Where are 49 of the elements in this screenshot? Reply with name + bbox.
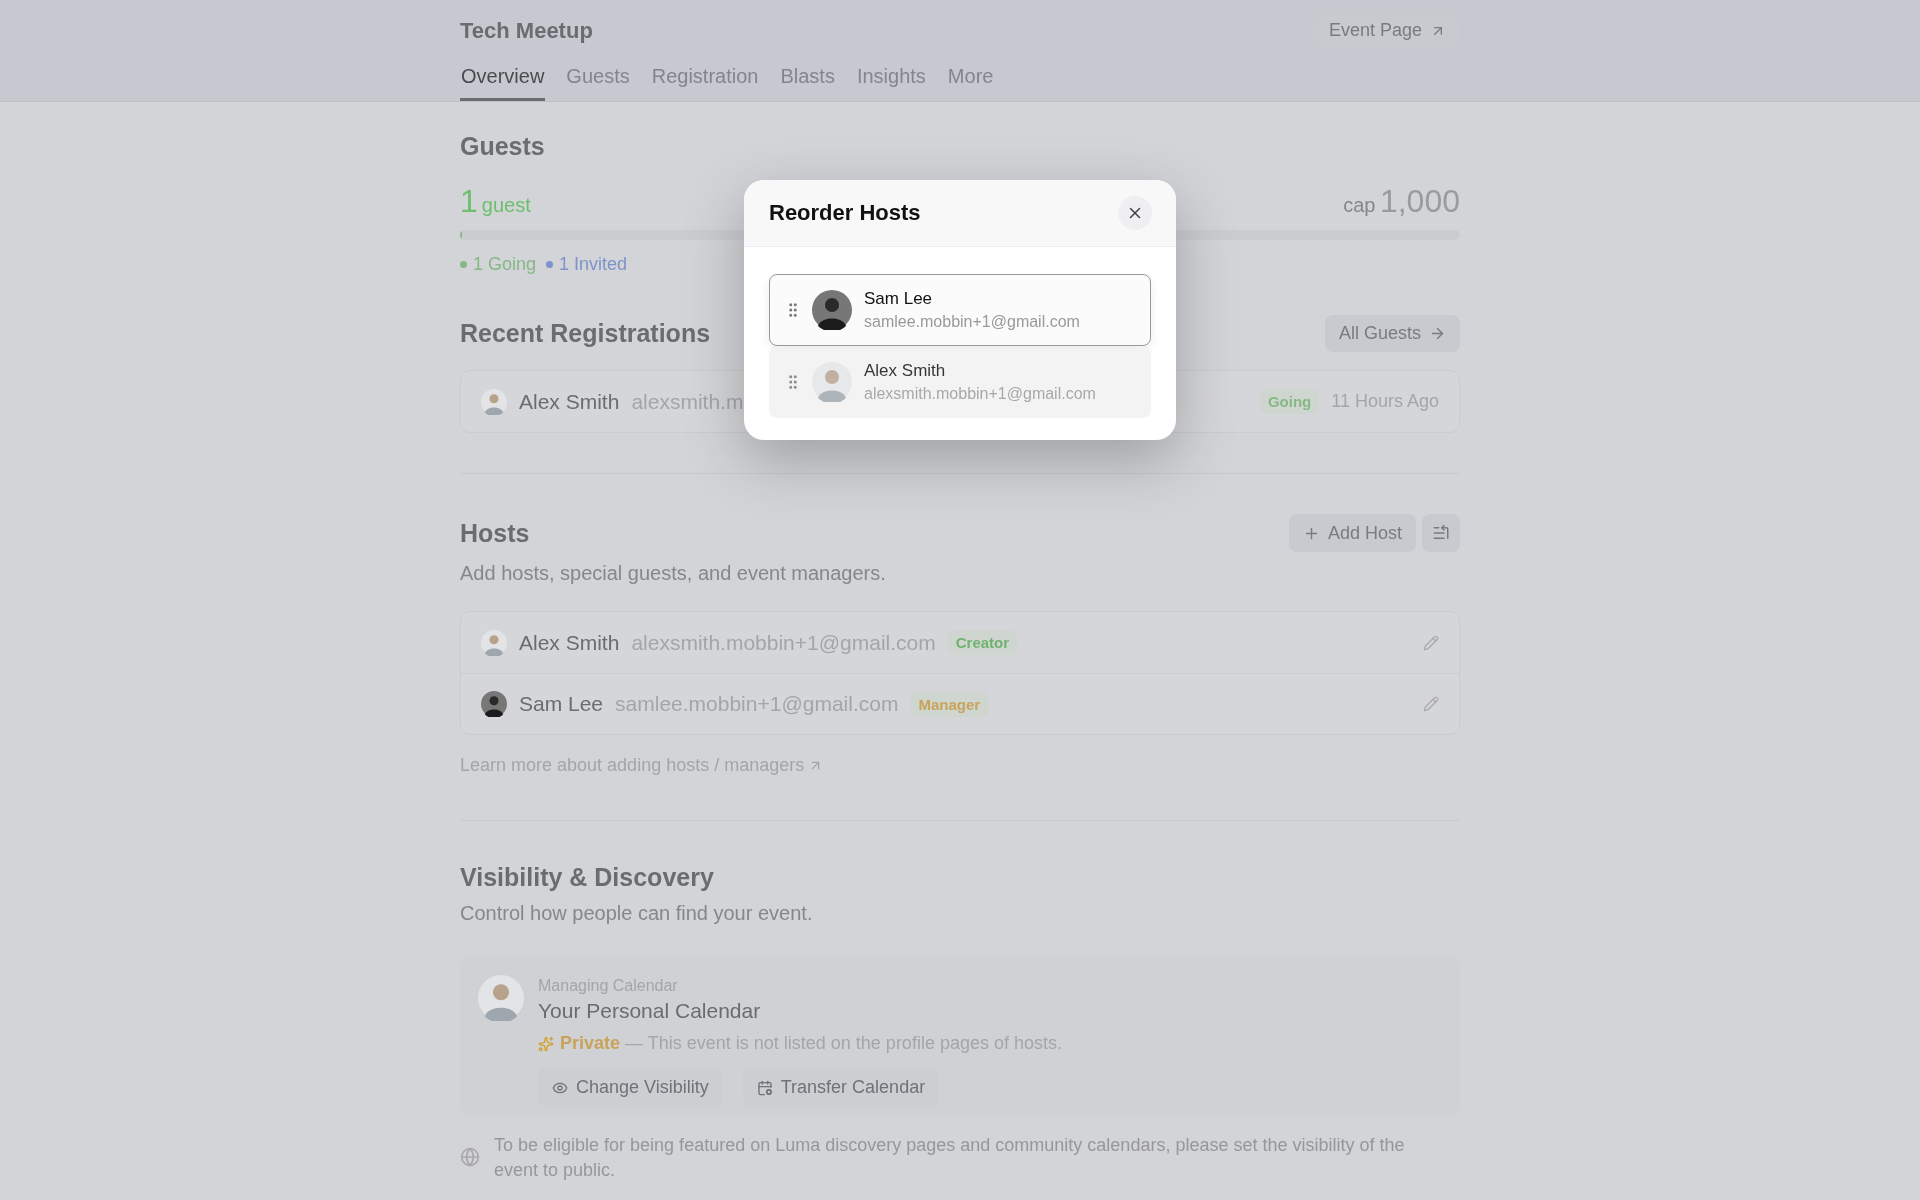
dialog-title: Reorder Hosts	[769, 200, 921, 226]
event-title: Tech Meetup	[460, 17, 593, 44]
host-name: Alex Smith	[519, 630, 620, 655]
host-email: samlee.mobbin+1@gmail.com	[864, 313, 1080, 331]
legend-label: 1 Invited	[559, 254, 628, 275]
avatar	[812, 290, 852, 330]
arrow-icon	[1429, 325, 1446, 342]
tab[interactable]: Insights	[855, 57, 927, 101]
status-tag: Going	[1259, 389, 1320, 414]
host-name: Sam Lee	[519, 692, 604, 716]
avatar	[481, 629, 507, 656]
list-icon	[1432, 524, 1450, 542]
section-title: Hosts	[460, 518, 530, 548]
section-title: Recent Registrations	[460, 319, 711, 348]
calendar-icon	[756, 1079, 773, 1096]
calendar-name: Your Personal Calendar	[538, 999, 762, 1023]
legend-label: 1 Going	[473, 254, 537, 275]
guest-name: Alex Smith	[519, 389, 620, 414]
host-name: Alex Smith	[864, 361, 947, 381]
role-tag: Creator	[947, 630, 1018, 655]
avatar	[481, 691, 507, 717]
add-host-button[interactable]: Add Host	[1288, 514, 1416, 552]
avatar	[812, 362, 852, 402]
reorder-button[interactable]	[1422, 514, 1460, 552]
section-title: Guests	[460, 132, 546, 161]
section-title: Visibility & Discovery	[460, 863, 715, 892]
discovery-note: To be eligible for being featured on Luma discovery pages and community calendars, please set the visibility of the event to public.	[494, 1134, 1406, 1182]
guest-count: 1 guest	[460, 183, 531, 220]
globe-icon	[460, 1147, 480, 1167]
edit-icon[interactable]	[1423, 634, 1439, 651]
section-subtitle: Add hosts, special guests, and event managers.	[460, 562, 887, 585]
host-email: alexsmith.mobbin+1@gmail.com	[864, 385, 1096, 403]
all-guests-button[interactable]: All Guests	[1324, 315, 1460, 352]
tab[interactable]: Registration	[650, 57, 760, 101]
sparkle-icon	[538, 1035, 554, 1052]
host-name: Sam Lee	[864, 289, 934, 309]
section-subtitle: Control how people can find your event.	[460, 902, 814, 925]
tab[interactable]: Guests	[565, 57, 631, 101]
avatar	[478, 975, 524, 1021]
host-item[interactable]: Alex Smith alexsmith.mobbin+1@gmail.com	[769, 346, 1151, 418]
edit-icon[interactable]	[1423, 696, 1439, 712]
host-item[interactable]: Sam Lee samlee.mobbin+1@gmail.com	[769, 274, 1151, 346]
tab[interactable]: Overview	[460, 57, 546, 101]
role-tag: Manager	[910, 691, 989, 717]
capacity: cap 1,000	[1342, 183, 1460, 220]
tab[interactable]: More	[946, 57, 995, 101]
close-button[interactable]	[1118, 196, 1152, 230]
tab[interactable]: Blasts	[779, 57, 836, 101]
avatar	[481, 388, 507, 415]
